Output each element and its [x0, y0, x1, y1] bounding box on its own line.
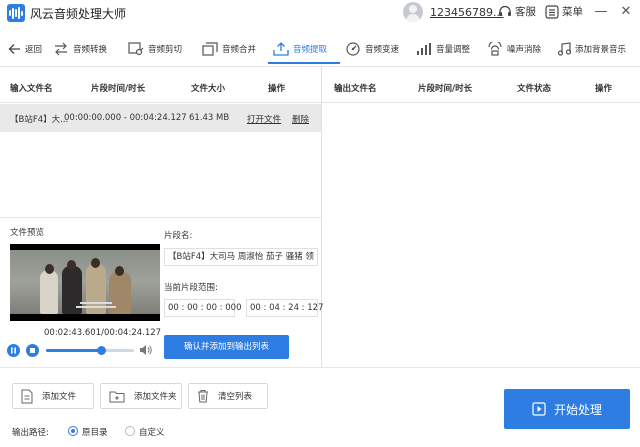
add-folder-icon	[109, 391, 125, 402]
column-header: 操作	[268, 84, 286, 94]
file-name: 【B站F4】大...	[10, 115, 69, 125]
segment-name-field[interactable]: 【B站F4】大司马 周淑怡 茄子 骚猪 领	[164, 248, 318, 266]
segment-name-label: 片段名:	[164, 231, 193, 241]
tool-label: 音频合并	[222, 45, 257, 55]
clear-list-button[interactable]: 清空列表	[188, 383, 268, 409]
support-button[interactable]: 客服	[498, 4, 536, 19]
tool-label: 添加背景音乐	[575, 45, 627, 55]
menu-button[interactable]: 菜单	[545, 4, 583, 19]
divider	[0, 66, 640, 67]
headset-icon	[499, 5, 511, 16]
tool-audio-cut[interactable]: 音频剪切	[128, 34, 182, 64]
active-tab-indicator	[268, 62, 340, 64]
tool-label: 音频变速	[365, 45, 400, 55]
tool-audio-convert[interactable]: 音频转换	[53, 34, 107, 64]
playback-handle[interactable]	[96, 346, 106, 355]
tool-audio-speed[interactable]: 音频变速	[345, 34, 399, 64]
divider	[322, 102, 640, 103]
video-preview[interactable]	[10, 244, 160, 321]
tool-audio-merge[interactable]: 音频合并	[202, 34, 256, 64]
video-frame	[10, 250, 160, 314]
delete-link[interactable]: 删除	[292, 113, 309, 125]
tool-label: 音量调整	[436, 45, 471, 55]
stop-icon	[30, 348, 35, 353]
column-header: 片段时间/时长	[418, 84, 473, 94]
confirm-add-button[interactable]: 确认并添加到输出列表	[164, 335, 289, 359]
tool-label: 音频转换	[73, 45, 108, 55]
start-time-field[interactable]: 00 : 00 : 00 : 000	[164, 299, 241, 317]
app-logo-icon	[7, 4, 25, 22]
segment-range-label: 当前片段范围:	[164, 283, 218, 293]
add-file-button[interactable]: 添加文件	[12, 383, 94, 409]
back-arrow-icon	[8, 44, 20, 54]
noise-icon	[488, 42, 502, 56]
title-bar: 风云音频处理大师 123456789... 客服 菜单 — ✕	[0, 0, 640, 26]
column-header: 操作	[595, 84, 613, 94]
menu-icon	[545, 4, 559, 19]
add-folder-label: 添加文件夹	[134, 392, 177, 402]
merge-icon	[202, 42, 218, 56]
tool-label: 音频提取	[293, 45, 328, 55]
tool-add-bgm[interactable]: 添加背景音乐	[557, 34, 626, 64]
toolbar: 返回 音频转换 音频剪切 音频合并 音频提取 音频变速 音量调整 噪声消除 添加…	[0, 34, 640, 64]
add-file-label: 添加文件	[42, 392, 77, 402]
username-link[interactable]: 123456789...	[430, 6, 503, 19]
playback-time: 00:02:43.601/00:04:24.127	[44, 328, 162, 338]
convert-icon	[55, 42, 67, 56]
playback-slider[interactable]	[46, 346, 134, 355]
close-button[interactable]: ✕	[618, 4, 634, 20]
pause-icon	[11, 347, 16, 354]
clear-list-label: 清空列表	[218, 392, 253, 402]
option-original-label: 原目录	[82, 428, 108, 438]
back-button[interactable]: 返回	[8, 34, 42, 64]
tool-label: 音频剪切	[148, 45, 183, 55]
panel-divider	[321, 67, 322, 367]
end-time-field[interactable]: 00 : 04 : 24 : 127	[246, 299, 323, 317]
avatar[interactable]	[403, 2, 423, 22]
column-header: 输入文件名	[10, 84, 53, 94]
stop-button[interactable]	[26, 344, 39, 357]
tool-audio-extract[interactable]: 音频提取	[273, 34, 327, 64]
start-processing-button[interactable]: 开始处理	[504, 389, 630, 429]
play-icon	[532, 402, 546, 416]
column-header: 文件状态	[517, 84, 552, 94]
volume-icon[interactable]	[139, 344, 152, 356]
file-duration: 00:00:00.000 - 00:04:24.127	[64, 113, 187, 123]
file-size: 61.43 MB	[189, 113, 230, 123]
divider	[0, 367, 640, 368]
volume-bars-icon	[417, 43, 431, 55]
open-file-link[interactable]: 打开文件	[247, 113, 281, 125]
music-note-icon	[557, 42, 571, 56]
minimize-button[interactable]: —	[593, 4, 609, 20]
preview-label: 文件预览	[10, 228, 45, 238]
divider	[0, 102, 321, 103]
column-header: 片段时间/时长	[91, 84, 146, 94]
close-icon: ✕	[620, 4, 632, 19]
option-custom-label: 自定义	[139, 428, 165, 438]
playback-progress	[46, 349, 101, 352]
back-label: 返回	[25, 45, 43, 55]
tool-label: 噪声消除	[507, 45, 542, 55]
speed-icon	[346, 42, 360, 56]
trash-icon	[198, 390, 208, 403]
support-label: 客服	[515, 6, 536, 18]
tool-noise-removal[interactable]: 噪声消除	[487, 34, 541, 64]
column-header: 文件大小	[191, 84, 226, 94]
start-processing-label: 开始处理	[553, 402, 602, 417]
cut-icon	[128, 42, 144, 56]
minimize-icon: —	[594, 4, 608, 19]
add-file-icon	[21, 389, 33, 403]
table-row[interactable]: 【B站F4】大... 00:00:00.000 - 00:04:24.127 6…	[0, 104, 321, 132]
output-path-label: 输出路径:	[12, 428, 49, 438]
extract-icon	[273, 42, 289, 56]
column-header: 输出文件名	[334, 84, 377, 94]
radio-original-dir[interactable]	[68, 426, 78, 436]
radio-custom-dir[interactable]	[125, 426, 135, 436]
pause-button[interactable]	[7, 344, 20, 357]
app-title: 风云音频处理大师	[30, 7, 127, 21]
menu-label: 菜单	[562, 6, 583, 18]
add-folder-button[interactable]: 添加文件夹	[100, 383, 182, 409]
divider	[0, 217, 321, 218]
tool-volume-adjust[interactable]: 音量调整	[416, 34, 470, 64]
